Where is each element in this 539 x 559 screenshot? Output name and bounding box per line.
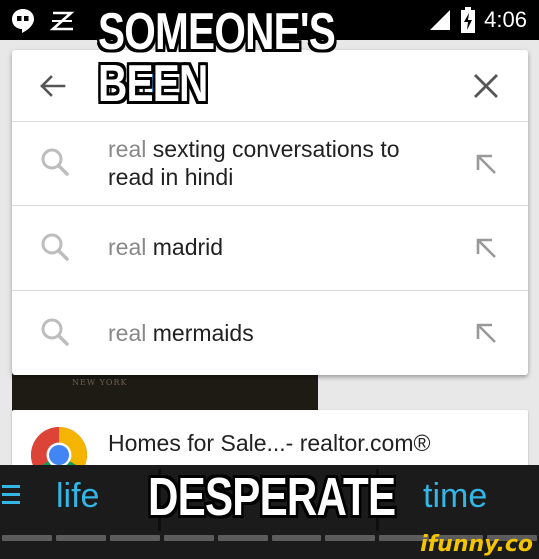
search-icon	[41, 233, 69, 261]
arrow-up-left-icon[interactable]	[474, 236, 498, 260]
battery-charging-icon	[461, 7, 476, 33]
image-caption: NEW YORK	[72, 378, 128, 387]
suggestion-row[interactable]: real sexting conversations to read in hi…	[12, 122, 528, 206]
status-bar-left	[10, 8, 76, 34]
suggestion-text: real sexting conversations to read in hi…	[108, 135, 438, 191]
status-bar-right: 4:06	[428, 7, 527, 33]
hangouts-icon	[12, 9, 34, 33]
suggestion-prefix: real	[108, 320, 147, 346]
clock: 4:06	[484, 7, 527, 32]
result-card-title: Homes for Sale...- realtor.com®	[108, 430, 431, 456]
suggestion-text: real madrid	[108, 233, 438, 261]
suggestion-row[interactable]: real madrid	[12, 206, 528, 291]
result-card[interactable]: Homes for Sale...- realtor.com®	[12, 410, 528, 483]
arrow-up-left-icon[interactable]	[474, 321, 498, 345]
keyboard-suggestion[interactable]: time	[423, 477, 487, 516]
suggestion-prefix: real	[108, 136, 147, 162]
keyboard-key[interactable]	[217, 535, 268, 541]
keyboard-key[interactable]	[325, 535, 376, 541]
suggestion-rest: madrid	[146, 234, 224, 260]
menu-icon[interactable]	[2, 483, 20, 507]
suggestion-rest: sexting conversations to read in hindi	[108, 136, 400, 190]
keyboard-suggestion[interactable]: life	[56, 477, 99, 516]
meme-caption-top: SOMEONE'S BEEN	[98, 3, 336, 113]
arrow-left-icon[interactable]	[36, 70, 68, 102]
keyboard-key[interactable]	[109, 535, 160, 541]
watermark: ifunny.co	[420, 532, 533, 557]
keyboard-key[interactable]	[163, 535, 214, 541]
suggestion-rest: mermaids	[146, 320, 254, 346]
search-icon	[41, 318, 69, 346]
suggestion-prefix: real	[108, 234, 147, 260]
keyboard-key[interactable]	[55, 535, 106, 541]
arrow-up-left-icon[interactable]	[474, 152, 498, 176]
close-icon[interactable]	[472, 72, 500, 100]
keyboard-key[interactable]	[271, 535, 322, 541]
zedge-icon	[50, 11, 75, 31]
keyboard-key[interactable]	[2, 535, 52, 541]
search-icon	[41, 148, 69, 176]
suggestion-row[interactable]: real mermaids	[12, 291, 528, 375]
meme-caption-bottom: DESPERATE	[148, 467, 396, 527]
suggestion-text: real mermaids	[108, 319, 438, 347]
